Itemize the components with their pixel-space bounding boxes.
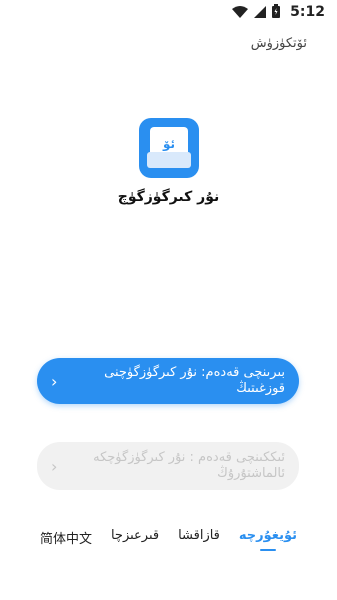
battery-icon xyxy=(272,3,281,22)
language-option-kyrgyz[interactable]: قىرعىزچا xyxy=(111,528,159,551)
keyboard-base xyxy=(147,152,191,168)
wifi-icon xyxy=(232,3,249,22)
step-two-label: ئىككىنچى قەدەم : نۇر كىرگۈزگۈچكە ئالماشت… xyxy=(93,450,285,481)
app-name: نۇر كىرگۈزگۈچ xyxy=(117,189,220,205)
app-logo-glyph: ئۆ xyxy=(162,137,176,151)
skip-button[interactable]: ئۆتكۈزۈش xyxy=(251,36,307,51)
signal-icon xyxy=(254,3,267,22)
step-one-label: بىرىنچى قەدەم: نۇر كىرگۈزگۈچنى قوزغىتىڭ xyxy=(104,365,285,396)
status-bar: 5:12 xyxy=(0,0,337,24)
chevron-left-icon: ‹ xyxy=(51,456,58,476)
app-logo-icon: ئۆ xyxy=(139,118,199,178)
language-option-uyghur[interactable]: ئۇيغۇرچە xyxy=(239,528,297,551)
step-two-button: ئىككىنچى قەدەم : نۇر كىرگۈزگۈچكە ئالماشت… xyxy=(37,442,299,490)
step-one-button[interactable]: بىرىنچى قەدەم: نۇر كىرگۈزگۈچنى قوزغىتىڭ … xyxy=(37,358,299,404)
language-option-chinese[interactable]: 简体中文 xyxy=(40,528,92,555)
status-time: 5:12 xyxy=(290,4,325,20)
language-option-kazakh[interactable]: قازاقشا xyxy=(178,528,220,551)
chevron-left-icon: ‹ xyxy=(51,371,58,391)
language-selector: 简体中文 قىرعىزچا قازاقشا ئۇيغۇرچە xyxy=(40,528,297,555)
